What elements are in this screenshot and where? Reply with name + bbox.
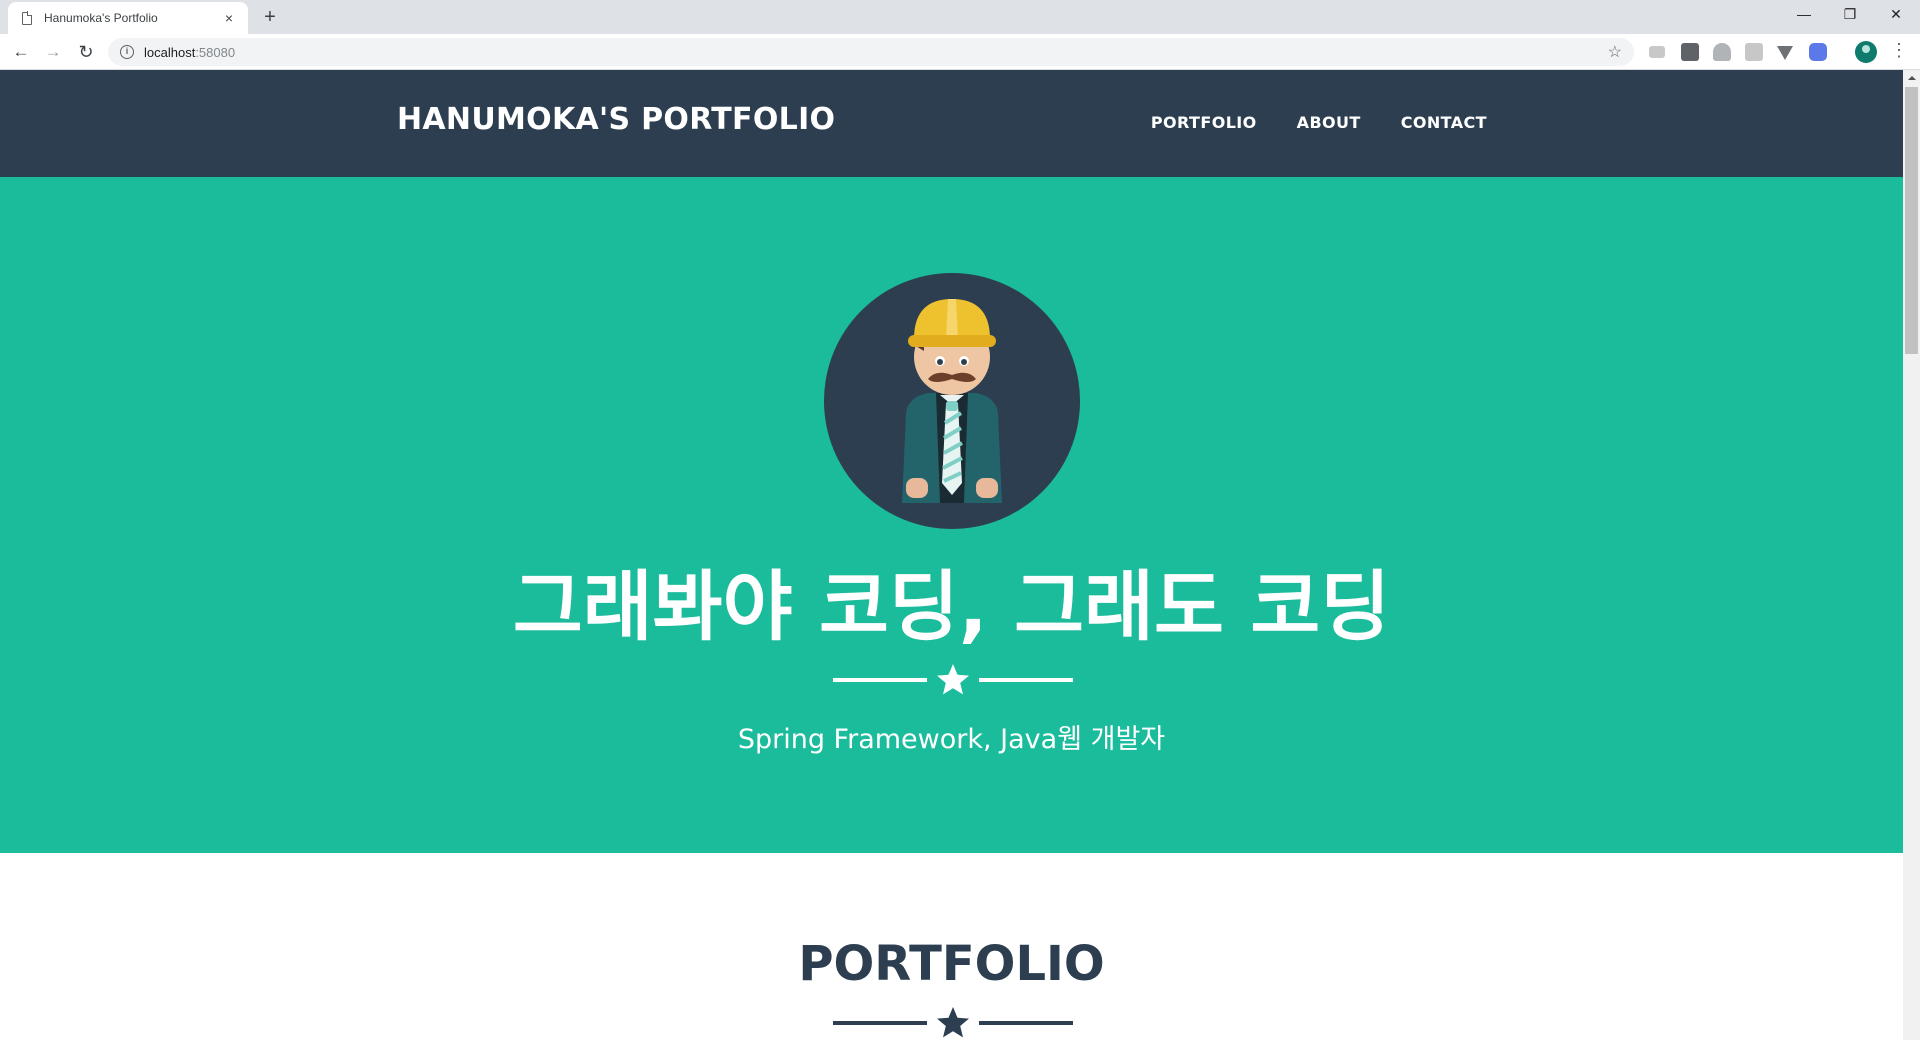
window-maximize-button[interactable]: ❐ [1827,0,1873,30]
browser-menu-icon[interactable]: ⋮ [1890,40,1908,61]
nav-link-portfolio[interactable]: PORTFOLIO [1151,113,1257,132]
bookmark-star-icon[interactable]: ☆ [1608,42,1622,62]
divider-line-left [833,1021,927,1025]
extension-box-icon[interactable] [1745,43,1763,61]
divider-line-right [979,1021,1073,1025]
site-nav-links: PORTFOLIO ABOUT CONTACT [1151,113,1487,132]
hero-title: 그래봐야 코딩, 그래도 코딩 [512,562,1391,651]
divider-line-right [979,678,1073,682]
extension-cloud-icon[interactable] [1713,43,1731,61]
back-button[interactable]: ← [7,38,35,66]
hero-section: 그래봐야 코딩, 그래도 코딩 Spring Framework, Java웹 … [0,177,1903,853]
site-info-icon[interactable]: i [120,45,134,59]
divider-line-left [833,678,927,682]
extension-blue-icon[interactable] [1809,43,1827,61]
window-close-button[interactable]: ✕ [1873,0,1919,30]
address-bar[interactable]: i localhost :58080 ☆ [108,38,1634,66]
portfolio-star-divider [833,1006,1073,1040]
site-brand[interactable]: HANUMOKA'S PORTFOLIO [397,102,835,137]
scrollbar-thumb[interactable] [1905,87,1918,354]
nav-link-about[interactable]: ABOUT [1297,113,1361,132]
nav-link-contact[interactable]: CONTACT [1401,113,1487,132]
page-viewport: HANUMOKA'S PORTFOLIO PORTFOLIO ABOUT CON… [0,70,1903,1040]
tab-close-button[interactable]: × [220,10,238,26]
url-host: localhost [144,44,196,60]
hero-star-divider [833,663,1073,697]
url-port: :58080 [195,44,236,60]
scroll-up-arrow-icon[interactable] [1903,70,1920,87]
star-icon [937,1007,969,1038]
portfolio-heading: PORTFOLIO [798,936,1105,992]
new-tab-button[interactable]: + [258,5,282,29]
site-navbar: HANUMOKA'S PORTFOLIO PORTFOLIO ABOUT CON… [0,70,1903,177]
profile-avatar[interactable] [1855,41,1877,63]
forward-button[interactable]: → [39,38,67,66]
extension-shield-icon[interactable] [1681,43,1699,61]
hero-subtitle: Spring Framework, Java웹 개발자 [737,724,1166,755]
browser-tabstrip: Hanumoka's Portfolio × + — ❐ ✕ [0,0,1920,34]
reload-button[interactable]: ↻ [72,38,100,66]
developer-avatar-icon [824,273,1080,529]
star-icon [937,664,969,695]
document-icon [22,11,33,25]
extension-cast-icon[interactable] [1649,46,1665,58]
browser-toolbar: ← → ↻ i localhost :58080 ☆ [0,34,1920,70]
browser-tab[interactable]: Hanumoka's Portfolio × [8,2,248,34]
extension-vue-icon[interactable] [1777,46,1793,60]
page-scrollbar[interactable] [1903,70,1920,1040]
tab-title: Hanumoka's Portfolio [44,11,158,25]
window-minimize-button[interactable]: — [1781,0,1827,30]
